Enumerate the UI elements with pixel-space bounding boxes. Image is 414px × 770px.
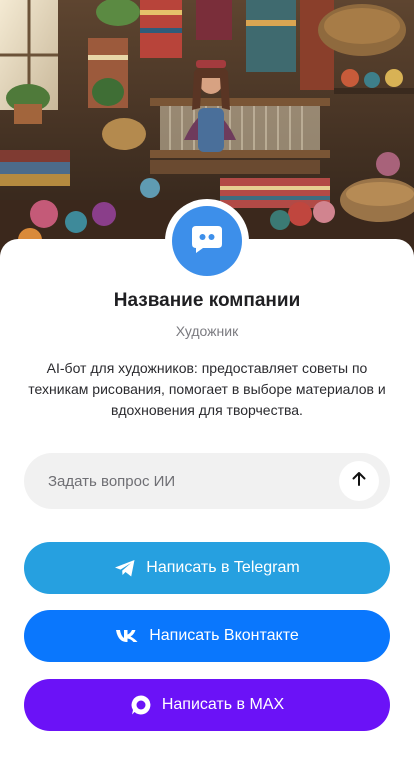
arrow-up-icon bbox=[350, 470, 368, 493]
chat-bubble-icon bbox=[190, 224, 224, 259]
max-icon bbox=[130, 694, 152, 716]
telegram-button-label: Написать в Telegram bbox=[146, 559, 300, 576]
telegram-button[interactable]: Написать в Telegram bbox=[24, 542, 390, 594]
vk-button[interactable]: Написать Вконтакте bbox=[24, 610, 390, 662]
company-description: AI-бот для художников: предоставляет сов… bbox=[28, 360, 386, 418]
vk-icon bbox=[115, 629, 139, 643]
ask-ai-box bbox=[24, 453, 390, 509]
max-button[interactable]: Написать в MAX bbox=[24, 679, 390, 731]
company-name: Название компании bbox=[113, 290, 301, 311]
avatar bbox=[172, 206, 242, 276]
telegram-icon bbox=[114, 559, 136, 578]
send-button[interactable] bbox=[339, 461, 379, 501]
vk-button-label: Написать Вконтакте bbox=[149, 627, 299, 644]
ask-ai-input[interactable] bbox=[48, 453, 348, 509]
max-button-label: Написать в MAX bbox=[161, 696, 285, 713]
company-role: Художник bbox=[175, 323, 239, 339]
